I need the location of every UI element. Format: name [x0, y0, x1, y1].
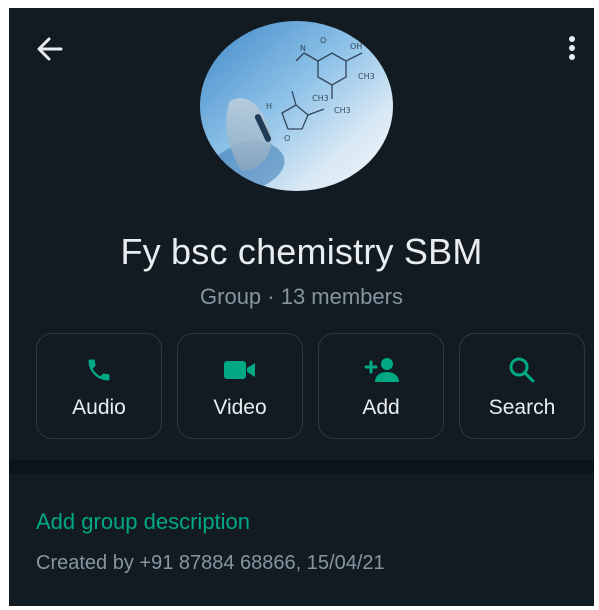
back-arrow-icon[interactable] — [35, 34, 65, 64]
add-label: Add — [362, 396, 400, 419]
created-by-text: Created by +91 87884 68866, 15/04/21 — [36, 552, 385, 574]
audio-label: Audio — [72, 396, 126, 419]
svg-text:O: O — [284, 134, 290, 143]
search-button[interactable]: Search — [459, 333, 585, 439]
group-info-screen: N O OH CH3 CH3 CH3 O H Fy bsc chemistry … — [9, 8, 594, 606]
group-name: Fy bsc chemistry SBM — [120, 231, 483, 272]
group-header: N O OH CH3 CH3 CH3 O H Fy bsc chemistry … — [9, 8, 594, 460]
svg-text:H: H — [266, 102, 272, 111]
svg-text:N: N — [300, 44, 306, 53]
svg-text:CH3: CH3 — [334, 106, 351, 115]
video-camera-icon — [178, 356, 302, 384]
add-group-description-link[interactable]: Add group description — [36, 508, 250, 536]
audio-call-button[interactable]: Audio — [36, 333, 162, 439]
svg-text:CH3: CH3 — [358, 72, 375, 81]
phone-icon — [37, 356, 161, 384]
action-buttons: Audio Video Add Search — [36, 333, 585, 439]
more-options-icon[interactable] — [564, 34, 580, 64]
svg-text:OH: OH — [350, 42, 362, 51]
search-icon — [460, 356, 584, 384]
svg-text:CH3: CH3 — [312, 94, 329, 103]
add-participant-button[interactable]: Add — [318, 333, 444, 439]
add-person-icon — [319, 356, 443, 384]
group-description-section: Add group description Created by +91 878… — [9, 474, 594, 606]
section-divider — [9, 460, 594, 474]
video-label: Video — [213, 396, 267, 419]
search-label: Search — [488, 396, 556, 419]
group-avatar[interactable]: N O OH CH3 CH3 CH3 O H — [200, 21, 393, 191]
group-member-count: Group · 13 members — [200, 284, 403, 309]
video-call-button[interactable]: Video — [177, 333, 303, 439]
svg-text:O: O — [320, 36, 326, 45]
